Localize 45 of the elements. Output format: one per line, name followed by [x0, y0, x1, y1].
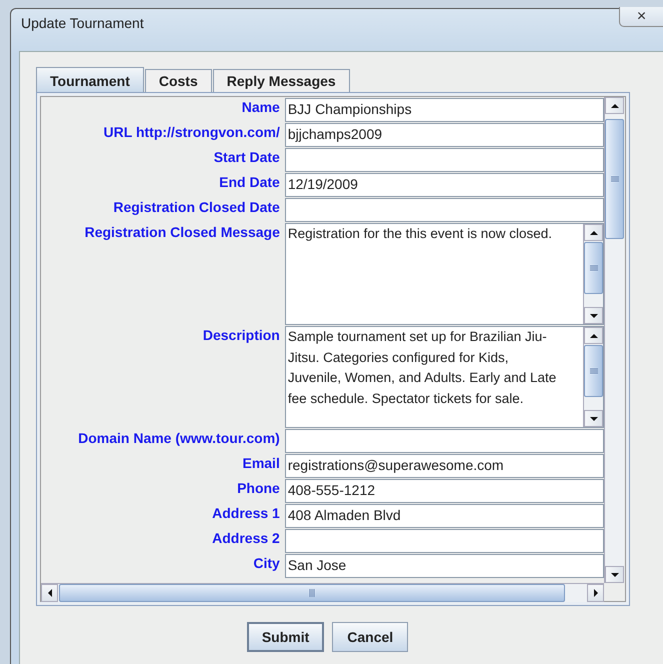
cancel-button[interactable]: Cancel	[332, 622, 408, 652]
text-field[interactable]	[284, 429, 604, 453]
text-field[interactable]: 12/19/2009	[284, 173, 604, 197]
scroll-up-icon[interactable]	[584, 327, 603, 344]
tab[interactable]: Tournament	[36, 67, 144, 92]
scroll-thumb[interactable]	[584, 345, 603, 397]
text-field[interactable]	[284, 198, 604, 222]
text-field[interactable]: bjjchamps2009	[284, 123, 604, 147]
field-label: Phone	[236, 479, 280, 496]
field-label: Registration Closed Message	[84, 223, 280, 240]
text-field[interactable]: 408 Almaden Blvd	[284, 504, 604, 528]
tab[interactable]: Costs	[144, 69, 212, 92]
field-label: URL http://strongvon.com/	[102, 123, 280, 140]
field-label: Address 1	[211, 504, 280, 521]
field-label: City	[252, 554, 280, 571]
field-label: Address 2	[211, 529, 280, 546]
field-label: Domain Name (www.tour.com)	[77, 429, 280, 446]
text-field[interactable]: San Jose	[284, 554, 604, 578]
scroll-right-icon[interactable]	[587, 584, 604, 602]
window-title: Update Tournament	[21, 15, 144, 31]
text-field[interactable]: BJJ Championships	[284, 98, 604, 122]
textarea-scrollbar[interactable]	[583, 224, 603, 324]
tab[interactable]: Reply Messages	[212, 69, 350, 92]
close-button[interactable]: ×	[619, 7, 663, 27]
text-field[interactable]: 408-555-1212	[284, 479, 604, 503]
scroll-down-icon[interactable]	[584, 307, 603, 324]
vertical-scrollbar[interactable]	[604, 97, 624, 583]
text-field[interactable]: registrations@superawesome.com	[284, 454, 604, 478]
scroll-left-icon[interactable]	[41, 584, 58, 602]
field-label: Description	[202, 326, 280, 343]
scroll-up-icon[interactable]	[605, 97, 624, 114]
text-field[interactable]	[284, 529, 604, 553]
scroll-up-icon[interactable]	[584, 224, 603, 241]
scroll-down-icon[interactable]	[584, 410, 603, 427]
submit-button[interactable]: Submit	[246, 622, 324, 652]
scroll-thumb[interactable]	[605, 119, 624, 239]
field-label: Email	[241, 454, 280, 471]
scroll-thumb[interactable]	[584, 242, 603, 294]
text-field[interactable]	[284, 148, 604, 172]
field-label: Registration Closed Date	[112, 198, 280, 215]
field-label: End Date	[218, 173, 280, 190]
field-label: Name	[240, 98, 280, 115]
field-label: Start Date	[212, 148, 280, 165]
textarea-scrollbar[interactable]	[583, 327, 603, 427]
scroll-down-icon[interactable]	[605, 566, 624, 583]
